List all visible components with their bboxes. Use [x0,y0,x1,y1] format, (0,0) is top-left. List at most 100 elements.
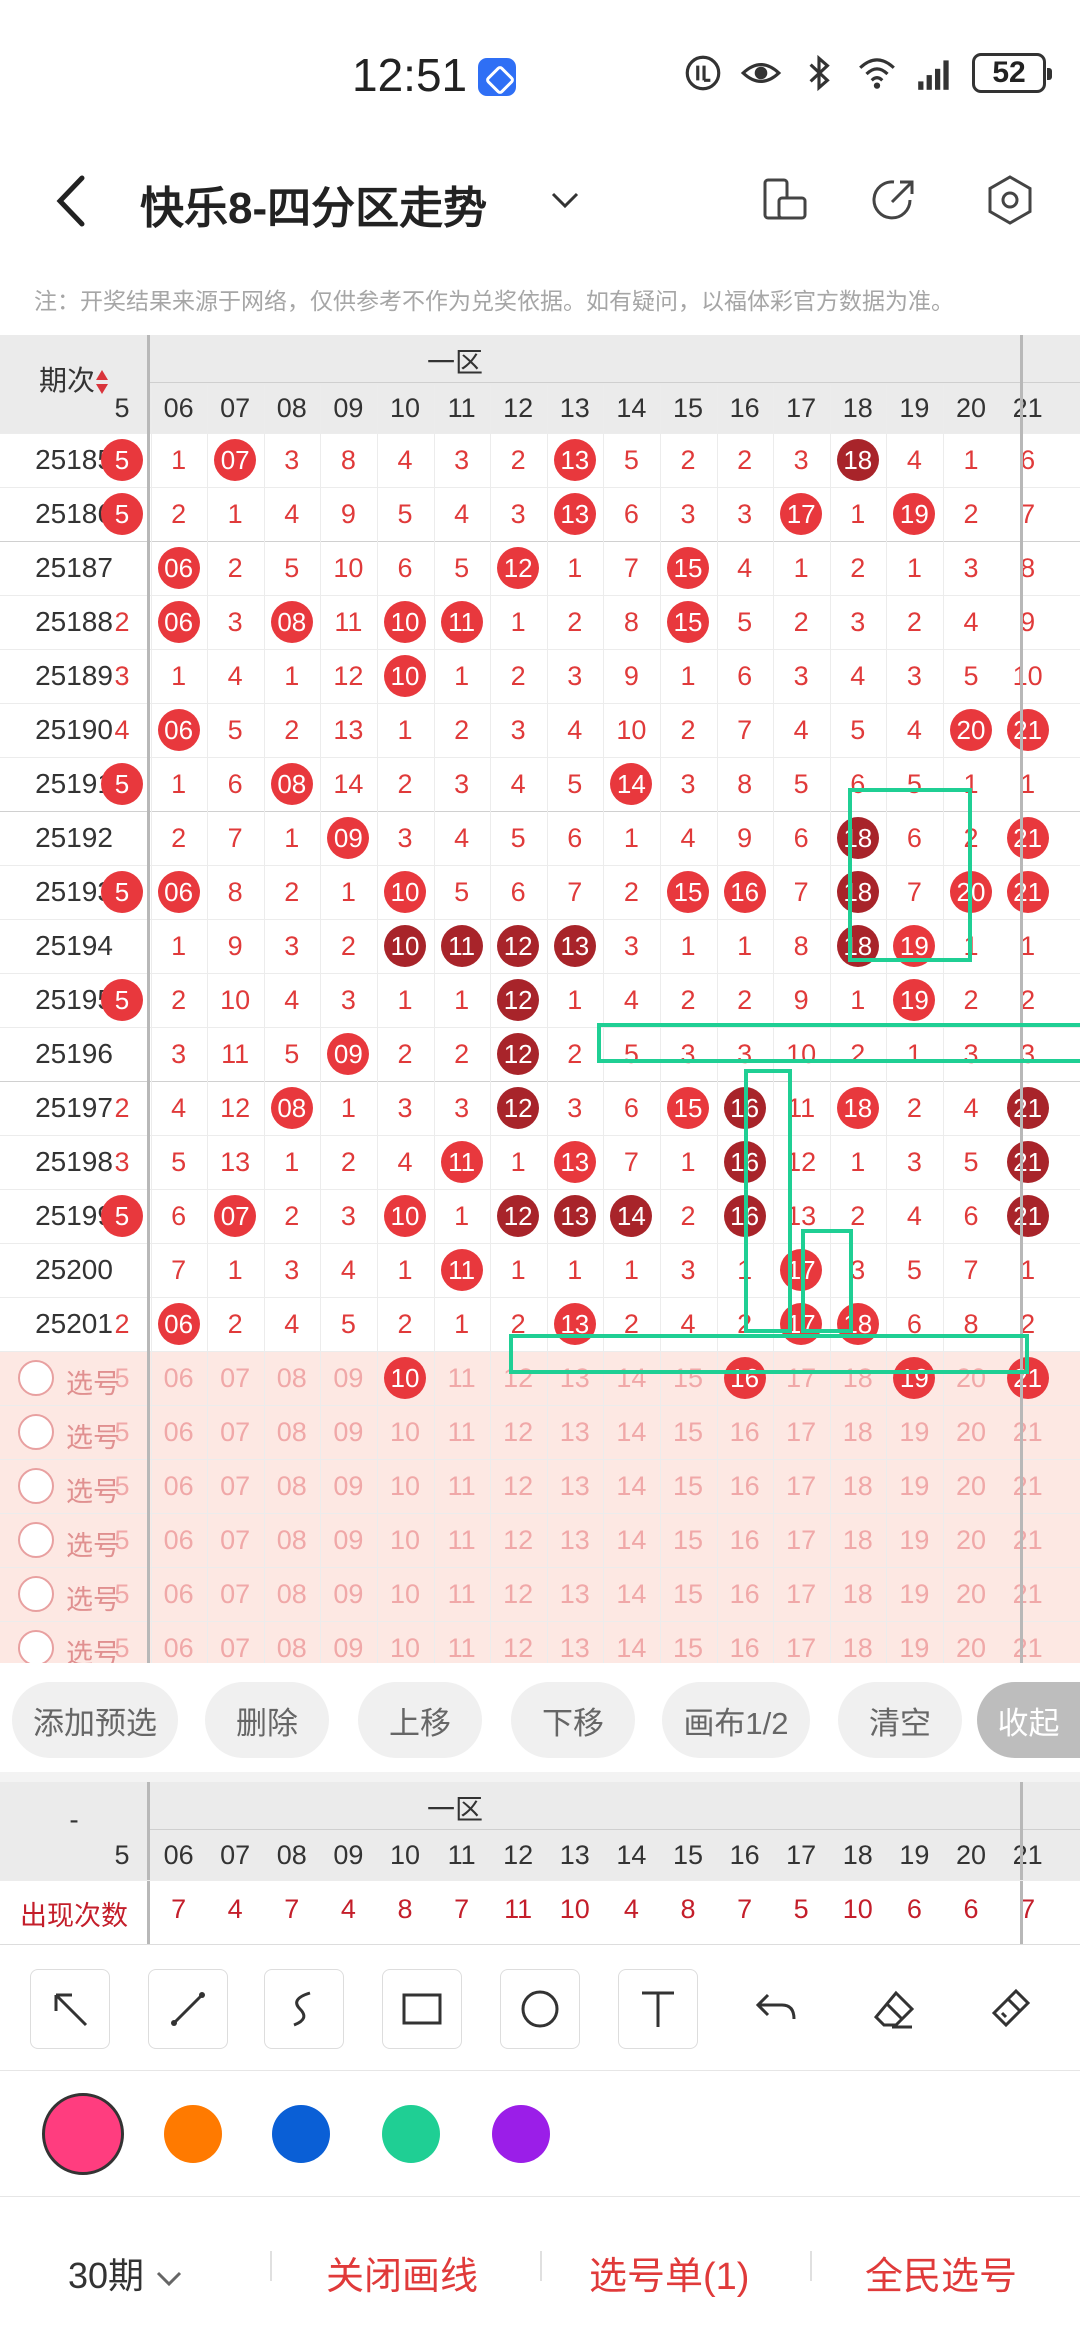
preselect-number[interactable]: 13 [547,1459,603,1513]
move-up-button[interactable]: 上移 [358,1682,482,1758]
period-selector[interactable]: 30期 [68,2247,184,2299]
preselect-number[interactable]: 06 [151,1513,207,1567]
preselect-number[interactable]: 5 [94,1621,150,1663]
preselect-number[interactable]: 20 [943,1567,999,1621]
preselect-number[interactable]: 16 [717,1459,773,1513]
preselect-number[interactable]: 14 [603,1567,659,1621]
preselect-number[interactable]: 08 [264,1621,320,1663]
preselect-number[interactable]: 16 [717,1567,773,1621]
preselect-number[interactable]: 08 [264,1459,320,1513]
preselect-number[interactable]: 17 [773,1621,829,1663]
preselect-number[interactable]: 21 [1000,1567,1056,1621]
preselect-number[interactable]: 18 [830,1351,886,1405]
chevron-down-icon[interactable] [545,180,585,220]
preselect-number[interactable]: 12 [490,1621,546,1663]
preselect-number[interactable]: 20 [943,1351,999,1405]
back-arrow-icon[interactable] [44,166,104,236]
preselect-number[interactable]: 17 [773,1567,829,1621]
rectangle-tool[interactable] [382,1969,462,2049]
preselect-number[interactable]: 14 [603,1459,659,1513]
orientation-icon[interactable] [755,172,811,228]
preselect-number[interactable]: 19 [886,1567,942,1621]
all-people-pick-button[interactable]: 全民选号 [865,2245,1017,2300]
eraser-tool[interactable] [854,1969,934,2049]
preselect-number[interactable]: 21 [1000,1405,1056,1459]
preselect-number[interactable]: 06 [151,1567,207,1621]
share-icon[interactable] [866,172,922,228]
preselect-number[interactable]: 14 [603,1405,659,1459]
preselect-number[interactable]: 12 [490,1405,546,1459]
preselect-number[interactable]: 10 [377,1621,433,1663]
preselect-number[interactable]: 07 [207,1405,263,1459]
preselect-number[interactable]: 07 [207,1351,263,1405]
preselect-number[interactable]: 21 [1000,1513,1056,1567]
preselect-radio[interactable] [18,1468,54,1504]
color-swatch-purple[interactable] [492,2105,550,2163]
arrow-tool[interactable] [30,1969,110,2049]
preselect-number[interactable]: 5 [94,1459,150,1513]
preselect-radio[interactable] [18,1522,54,1558]
add-preselect-button[interactable]: 添加预选 [12,1682,178,1758]
preselect-number[interactable]: 11 [434,1621,490,1663]
circle-tool[interactable] [500,1969,580,2049]
preselect-number[interactable]: 10 [377,1513,433,1567]
page-title[interactable]: 快乐8-四分区走势 [140,172,487,236]
preselect-number[interactable]: 13 [547,1621,603,1663]
preselect-number[interactable]: 13 [547,1405,603,1459]
preselect-radio[interactable] [18,1630,54,1663]
preselect-number[interactable]: 09 [320,1351,376,1405]
delete-button[interactable]: 删除 [205,1682,329,1758]
preselect-number[interactable]: 07 [207,1567,263,1621]
preselect-number[interactable]: 17 [773,1513,829,1567]
preselect-number[interactable]: 17 [773,1351,829,1405]
preselect-number[interactable]: 19 [886,1513,942,1567]
trend-table[interactable]: 期次 一区 5 06 07 08 09 10 11 12 13 14 15 16 17 18 19 20 21 … [0,335,1080,1663]
preselect-number-selected[interactable]: 21 [1000,1351,1056,1405]
canvas-page-button[interactable]: 画布1/2 [662,1682,810,1758]
preselect-number[interactable]: 5 [94,1567,150,1621]
preselect-number[interactable]: 09 [320,1459,376,1513]
preselect-number[interactable]: 20 [943,1405,999,1459]
clear-button[interactable]: 清空 [838,1682,962,1758]
preselect-number[interactable]: 09 [320,1513,376,1567]
preselect-number[interactable]: 18 [830,1513,886,1567]
preselect-number[interactable]: 16 [717,1621,773,1663]
preselect-number[interactable]: 19 [886,1621,942,1663]
clear-brush-tool[interactable] [970,1969,1050,2049]
preselect-number-selected[interactable]: 19 [886,1351,942,1405]
preselect-number[interactable]: 10 [377,1459,433,1513]
preselect-number[interactable]: 06 [151,1621,207,1663]
preselect-number[interactable]: 09 [320,1567,376,1621]
preselect-number[interactable]: 15 [660,1351,716,1405]
preselect-number[interactable]: 08 [264,1405,320,1459]
preselect-number[interactable]: 19 [886,1405,942,1459]
preselect-number[interactable]: 12 [490,1351,546,1405]
text-tool[interactable] [618,1969,698,2049]
preselect-number[interactable]: 21 [1000,1621,1056,1663]
preselect-radio[interactable] [18,1360,54,1396]
preselect-number[interactable]: 15 [660,1459,716,1513]
preselect-number[interactable]: 13 [547,1567,603,1621]
preselect-number[interactable]: 11 [434,1405,490,1459]
preselect-number[interactable]: 06 [151,1405,207,1459]
preselect-number[interactable]: 06 [151,1351,207,1405]
preselect-number[interactable]: 12 [490,1513,546,1567]
preselect-number[interactable]: 08 [264,1513,320,1567]
preselect-number[interactable]: 09 [320,1405,376,1459]
preselect-number[interactable]: 06 [151,1459,207,1513]
preselect-number[interactable]: 5 [94,1513,150,1567]
preselect-number[interactable]: 17 [773,1405,829,1459]
preselect-number[interactable]: 18 [830,1459,886,1513]
pick-list-button[interactable]: 选号单(1) [589,2245,749,2300]
color-swatch-blue[interactable] [272,2105,330,2163]
preselect-number[interactable]: 07 [207,1621,263,1663]
preselect-number[interactable]: 12 [490,1567,546,1621]
preselect-number-selected[interactable]: 10 [377,1351,433,1405]
preselect-number[interactable]: 14 [603,1513,659,1567]
preselect-number[interactable]: 08 [264,1351,320,1405]
preselect-number[interactable]: 15 [660,1405,716,1459]
preselect-number[interactable]: 13 [547,1513,603,1567]
preselect-number[interactable]: 11 [434,1567,490,1621]
preselect-number[interactable]: 19 [886,1459,942,1513]
preselect-number[interactable]: 11 [434,1513,490,1567]
